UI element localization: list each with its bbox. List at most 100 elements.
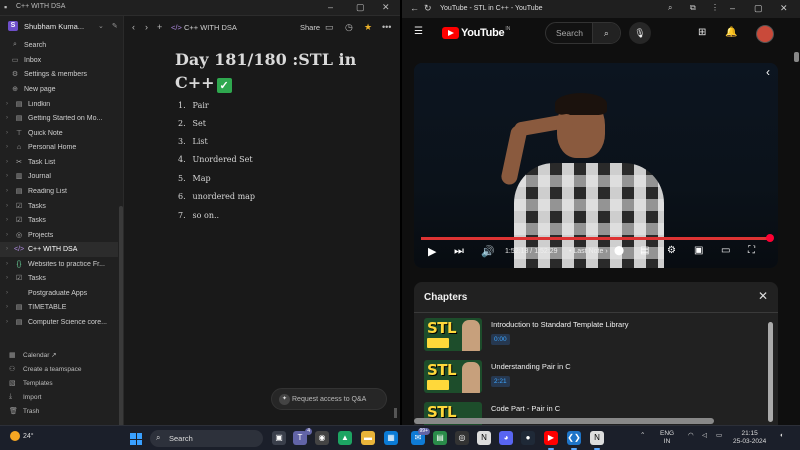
chapter-timestamp[interactable]: 0:00 xyxy=(491,334,510,345)
bell-icon[interactable]: 🔔 xyxy=(725,27,737,38)
reload-icon[interactable]: ↻ xyxy=(424,3,432,14)
extensions-icon[interactable]: ⧉ xyxy=(690,3,696,13)
chapter-item[interactable]: STL Introduction to Standard Template Li… xyxy=(424,318,764,354)
qa-access-button[interactable]: ✦ Request access to Q&A xyxy=(271,388,387,410)
mic-icon[interactable]: 🎙 xyxy=(629,22,651,44)
chevron-right-icon[interactable]: › xyxy=(6,246,14,252)
more-vertical-icon[interactable]: ⋮ xyxy=(711,3,719,12)
back-arrow-icon[interactable]: ← xyxy=(410,3,419,13)
vscode-icon[interactable]: ❮❯ xyxy=(567,431,581,450)
youtube-logo[interactable]: YouTube IN xyxy=(442,26,510,39)
search-icon[interactable]: ⌕ xyxy=(668,3,672,13)
sidebar-page[interactable]: › ▤ Getting Started on Mo... xyxy=(0,111,118,126)
close-icon[interactable]: ✕ xyxy=(758,289,768,303)
clock[interactable]: 21:15 25-03-2024 xyxy=(733,430,766,446)
start-button[interactable] xyxy=(130,433,142,445)
horizontal-scrollbar[interactable] xyxy=(414,418,714,424)
chevron-right-icon[interactable]: › xyxy=(6,144,14,150)
close-button[interactable]: ✕ xyxy=(382,2,390,13)
chevron-right-icon[interactable]: › xyxy=(6,290,14,296)
star-icon[interactable]: ★ xyxy=(364,22,372,33)
minimize-button[interactable]: – xyxy=(328,2,333,12)
weather-widget[interactable]: 24° xyxy=(10,431,34,441)
tray-chevron-icon[interactable]: ⌃ xyxy=(640,432,645,440)
breadcrumb[interactable]: </> C++ WITH DSA xyxy=(171,23,237,32)
next-icon[interactable]: ⏭ xyxy=(454,245,464,258)
mail-icon[interactable]: ✉ 99+ xyxy=(411,428,430,445)
workspace-switcher[interactable]: S Shubham Kuma... ⌄ ✎ xyxy=(8,21,118,31)
task-view-icon[interactable]: ▣ xyxy=(272,431,286,445)
page-scrollbar[interactable] xyxy=(394,408,397,418)
avatar[interactable] xyxy=(756,25,774,43)
sidebar-new-page[interactable]: ⊕ New page xyxy=(0,82,124,96)
chevron-right-icon[interactable]: › xyxy=(6,275,14,281)
chevron-right-icon[interactable]: › xyxy=(6,261,14,267)
chevron-right-icon[interactable]: › xyxy=(6,217,14,223)
sidebar-page[interactable]: › ☑ Tasks xyxy=(0,213,118,228)
chevron-right-icon[interactable]: › xyxy=(6,115,14,121)
play-icon[interactable]: ▶ xyxy=(428,245,436,258)
sidebar-page[interactable]: › ☑ Tasks xyxy=(0,199,118,214)
current-chapter[interactable]: • Last Note › xyxy=(569,248,608,255)
sidebar-page[interactable]: › ▤ Computer Science core... xyxy=(0,315,118,330)
sheets-icon[interactable]: ▤ xyxy=(433,431,447,445)
sidebar-page[interactable]: › ▤ Reading List xyxy=(0,184,118,199)
sidebar-page[interactable]: › ▤ TIMETABLE xyxy=(0,300,118,315)
store-icon[interactable]: ▦ xyxy=(384,431,398,445)
search-input[interactable]: Search ⌕ xyxy=(545,22,621,44)
sidebar-page[interactable]: › ▥ Journal xyxy=(0,169,118,184)
chevron-left-icon[interactable]: ‹ xyxy=(766,65,770,79)
new-page-icon[interactable]: ✎ xyxy=(112,22,118,30)
chevron-right-icon[interactable]: › xyxy=(6,130,14,136)
chevron-right-icon[interactable]: › xyxy=(6,101,14,107)
sidebar-calendar[interactable]: ▦ Calendar ↗ xyxy=(0,348,124,362)
more-icon[interactable]: ••• xyxy=(382,22,391,32)
camera-icon[interactable]: ◉ xyxy=(315,431,329,445)
battery-icon[interactable]: ▭ xyxy=(716,432,722,440)
github-icon[interactable]: ● xyxy=(521,431,535,445)
close-button[interactable]: ✕ xyxy=(780,3,788,14)
forward-icon[interactable]: › xyxy=(145,22,148,32)
sidebar-page[interactable]: › ⊤ Quick Note xyxy=(0,126,118,141)
autoplay-toggle[interactable]: ⬤ xyxy=(614,245,624,256)
language-indicator[interactable]: ENG IN xyxy=(660,430,674,446)
settings-gear-icon[interactable]: ⚙ xyxy=(667,245,676,256)
sidebar-trash[interactable]: 🗑 Trash xyxy=(0,404,124,418)
file-explorer-icon[interactable]: ▬ xyxy=(361,431,375,445)
maximize-button[interactable]: ▢ xyxy=(754,3,763,14)
sidebar-search[interactable]: ⌕ Search xyxy=(0,38,124,52)
sidebar-scrollbar[interactable] xyxy=(119,206,123,438)
sidebar-templates[interactable]: ▧ Templates xyxy=(0,376,124,390)
chapters-scrollbar[interactable] xyxy=(768,322,773,422)
chevron-right-icon[interactable]: › xyxy=(6,319,14,325)
progress-bar[interactable] xyxy=(421,237,771,240)
sidebar-settings[interactable]: ⚙ Settings & members xyxy=(0,67,124,81)
chapter-timestamp[interactable]: 2:21 xyxy=(491,376,510,387)
notion-icon[interactable]: N xyxy=(477,431,491,445)
teams-icon[interactable]: T4 xyxy=(293,428,312,445)
share-button[interactable]: Share xyxy=(300,23,320,32)
scrubber-handle[interactable] xyxy=(766,234,774,242)
sidebar-page[interactable]: ›{} Websites to practice Fr... xyxy=(0,257,118,272)
taskbar-search[interactable]: ⌕ Search xyxy=(150,430,263,447)
chevron-right-icon[interactable]: › xyxy=(6,232,14,238)
chevron-right-icon[interactable]: › xyxy=(6,304,14,310)
page-scrollbar[interactable] xyxy=(794,52,799,62)
sidebar-inbox[interactable]: ▭ Inbox xyxy=(0,53,124,67)
chapter-item[interactable]: STL Understanding Pair in C 2:21 xyxy=(424,360,764,396)
sidebar-create-teamspace[interactable]: ⚇ Create a teamspace xyxy=(0,362,124,376)
search-icon[interactable]: ⌕ xyxy=(591,23,620,43)
discord-icon[interactable]: ◕ xyxy=(499,431,513,445)
sidebar-page[interactable]: › ✂ Task List xyxy=(0,155,118,170)
notion-app-icon[interactable]: N xyxy=(590,431,604,450)
sidebar-page[interactable]: › ▤ Lindkin xyxy=(0,97,118,112)
drive-icon[interactable]: ▲ xyxy=(338,431,352,445)
chevron-right-icon[interactable]: › xyxy=(6,188,14,194)
back-icon[interactable]: ‹ xyxy=(132,22,135,32)
miniplayer-icon[interactable]: ▣ xyxy=(694,245,703,256)
comment-icon[interactable]: ▭ xyxy=(325,22,334,33)
sidebar-page[interactable]: › Postgraduate Apps xyxy=(0,286,118,301)
video-player[interactable]: ‹ ▶ ⏭ 🔊 1:52:18 / 1:52:29 • Last Note › … xyxy=(414,63,778,268)
chevron-right-icon[interactable]: › xyxy=(6,159,14,165)
chevron-right-icon[interactable]: › xyxy=(6,173,14,179)
